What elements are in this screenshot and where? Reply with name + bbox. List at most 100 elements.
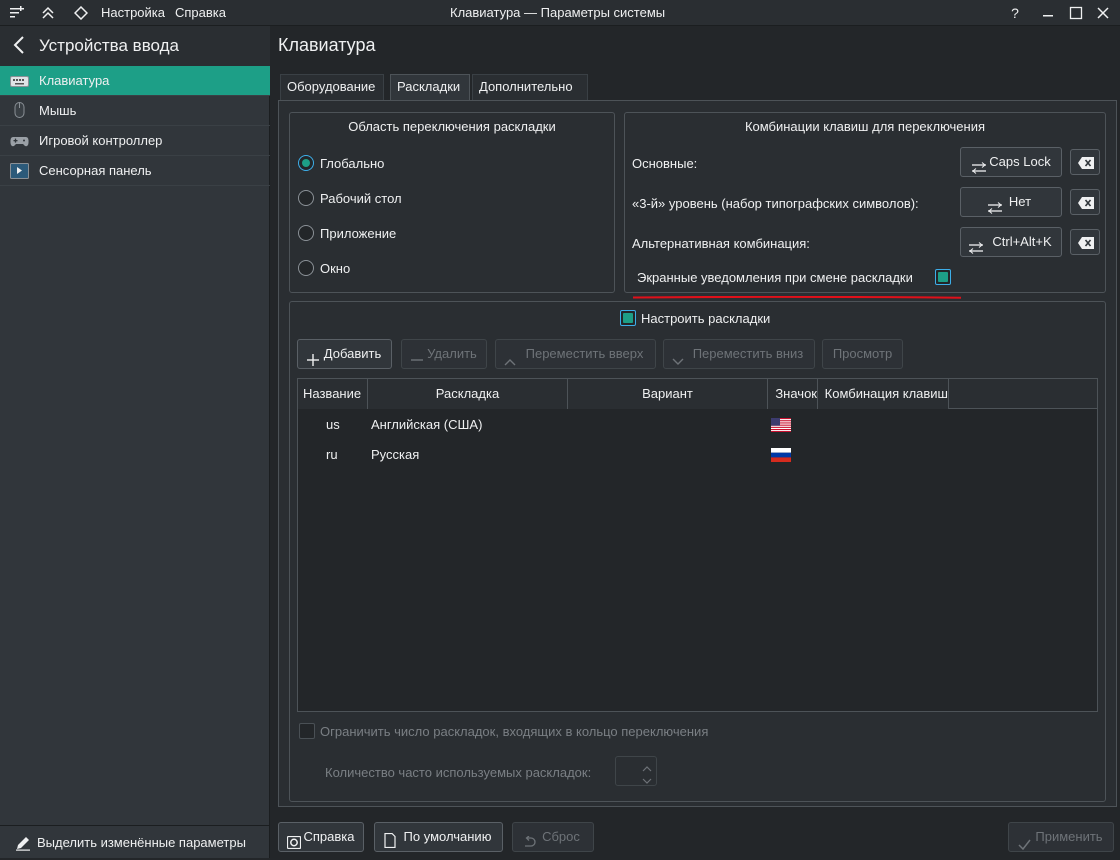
menu-settings[interactable]: Настройка [101,5,165,20]
highlight-changes-button[interactable]: Выделить изменённые параметры [0,825,270,858]
us-flag-icon [771,418,791,432]
help-button[interactable]: Справка [278,822,364,852]
limit-layouts-label[interactable]: Ограничить число раскладок, входящих в к… [320,724,708,739]
highlight-changes-label: Выделить изменённые параметры [37,835,246,850]
app-menu-icon[interactable] [10,6,24,20]
move-down-button[interactable]: Переместить вниз [663,339,815,369]
sidebar-item-label: Клавиатура [39,73,110,88]
title-bar: Настройка Справка Клавиатура — Параметры… [0,0,1120,26]
preview-label: Просмотр [832,346,893,361]
defaults-button[interactable]: По умолчанию [374,822,503,852]
radio-desktop-label[interactable]: Рабочий стол [320,191,402,206]
row-name: us [326,417,340,432]
back-arrow-icon[interactable] [12,34,26,61]
alt-shortcut-value: Ctrl+Alt+K [992,234,1052,249]
clear-third-level-button[interactable] [1070,189,1100,215]
limit-layouts-checkbox[interactable] [299,723,315,739]
col-icon[interactable]: Значок [768,379,818,409]
table-row[interactable]: ru Русская [298,439,1097,469]
move-down-label: Переместить вниз [692,346,804,361]
sidebar-item-mouse[interactable]: Мышь [0,96,270,126]
close-icon[interactable] [1093,3,1113,23]
configure-layouts-checkbox[interactable] [620,310,636,326]
main-shortcut-label: Основные: [632,156,698,171]
layouts-group: Настроить раскладки Добавить Удалить Пер… [289,301,1106,802]
gamepad-icon [10,134,29,148]
col-name[interactable]: Название [298,379,368,409]
maximize-icon[interactable] [1066,3,1086,23]
radio-desktop[interactable] [298,190,314,206]
alt-shortcut-button[interactable]: Ctrl+Alt+K [960,227,1062,257]
remove-button[interactable]: Удалить [401,339,487,369]
sidebar-item-label: Сенсорная панель [39,163,152,178]
osd-label[interactable]: Экранные уведомления при смене раскладки [637,270,913,285]
radio-application-label[interactable]: Приложение [320,226,396,241]
plus-icon [307,348,319,376]
spin-down-icon[interactable] [642,773,652,788]
add-button[interactable]: Добавить [297,339,392,369]
checkmark-icon [1018,832,1031,860]
main-panel: Клавиатура Оборудование Раскладки Дополн… [271,26,1120,858]
radio-global[interactable] [298,155,314,171]
chevron-up-icon [504,349,516,377]
page-title: Клавиатура [278,35,376,55]
minus-icon [411,348,423,376]
shortcut-config-icon [969,236,983,264]
defaults-label: По умолчанию [403,829,492,844]
sidebar-header: Устройства ввода [0,26,270,66]
add-label: Добавить [323,346,382,361]
move-up-button[interactable]: Переместить вверх [495,339,656,369]
keep-below-icon[interactable] [73,5,89,21]
keep-above-icon[interactable] [41,6,55,20]
row-layout: Русская [371,447,420,462]
window-title: Клавиатура — Параметры системы [450,5,666,20]
col-layout[interactable]: Раскладка [368,379,568,409]
layouts-table: Название Раскладка Вариант Значок Комбин… [297,378,1098,712]
touchpad-icon [10,163,29,179]
keyboard-icon [10,74,29,88]
osd-underline [632,287,962,299]
clear-alt-shortcut-button[interactable] [1070,229,1100,255]
apply-label: Применить [1035,829,1103,844]
apply-button[interactable]: Применить [1008,822,1114,852]
sidebar-item-gamepad[interactable]: Игровой контроллер [0,126,270,156]
row-name: ru [326,447,338,462]
menu-help[interactable]: Справка [175,5,226,20]
sidebar-item-keyboard[interactable]: Клавиатура [0,66,270,96]
col-variant[interactable]: Вариант [568,379,768,409]
switch-area-title: Область переключения раскладки [348,119,556,134]
help-book-icon [286,831,302,859]
table-row[interactable]: us Английская (США) [298,409,1097,439]
minimize-icon[interactable] [1038,3,1058,23]
col-shortcut[interactable]: Комбинация клавиш [818,379,949,409]
radio-window-label[interactable]: Окно [320,261,350,276]
tab-layouts[interactable]: Раскладки [390,74,470,100]
radio-global-label[interactable]: Глобально [320,156,384,171]
configure-layouts-label[interactable]: Настроить раскладки [641,311,770,326]
osd-checkbox[interactable] [935,269,951,285]
radio-window[interactable] [298,260,314,276]
table-header: Название Раскладка Вариант Значок Комбин… [298,379,1097,409]
tab-hardware[interactable]: Оборудование [280,74,384,100]
radio-application[interactable] [298,225,314,241]
sidebar-item-label: Игровой контроллер [39,133,163,148]
pencil-icon [15,835,31,854]
shortcut-config-icon [988,196,1002,224]
undo-icon [522,831,536,859]
third-level-button[interactable]: Нет [960,187,1062,217]
tab-advanced[interactable]: Дополнительно [472,74,588,100]
preview-button[interactable]: Просмотр [822,339,903,369]
sidebar-item-touchpad[interactable]: Сенсорная панель [0,156,270,186]
layout-count-spinbox[interactable] [615,756,657,786]
reset-button[interactable]: Сброс [512,822,594,852]
tab-pane: Область переключения раскладки Глобально… [278,100,1117,807]
row-layout: Английская (США) [371,417,483,432]
reset-label: Сброс [542,829,580,844]
main-shortcut-button[interactable]: Caps Lock [960,147,1062,177]
shortcut-config-icon [972,156,986,184]
chevron-down-icon [672,349,684,377]
clear-main-shortcut-button[interactable] [1070,149,1100,175]
shortcuts-title: Комбинации клавиш для переключения [744,119,986,134]
help-icon[interactable]: ? [1005,3,1025,23]
mouse-icon [10,102,29,118]
